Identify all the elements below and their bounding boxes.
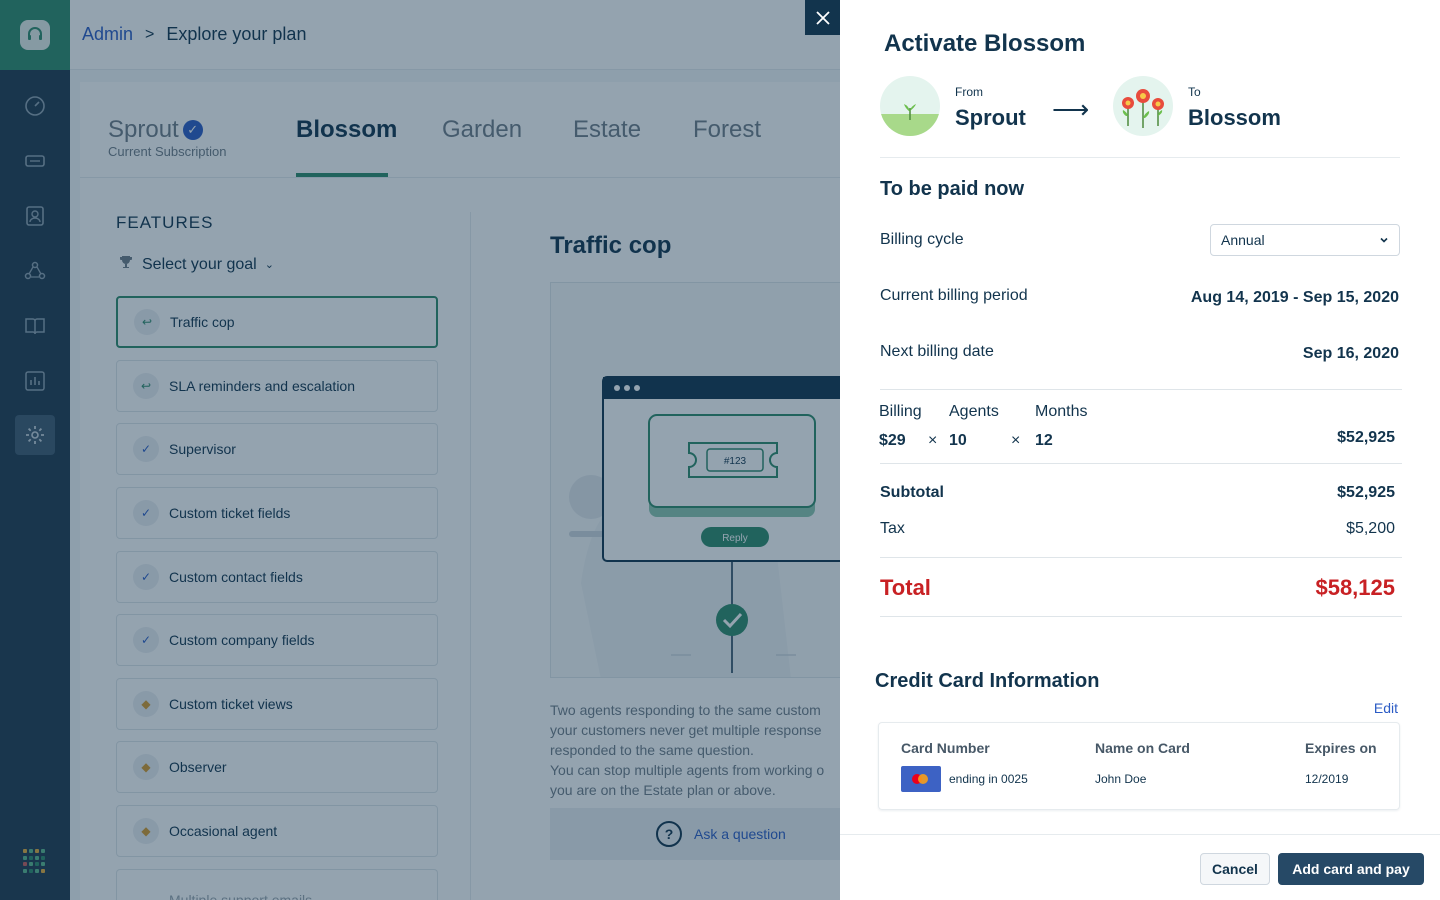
tax-label: Tax bbox=[880, 520, 905, 537]
expires-on-value: 12/2019 bbox=[1305, 772, 1349, 786]
blossom-plan-icon bbox=[1113, 76, 1173, 136]
subtotal-value: $52,925 bbox=[1337, 484, 1395, 501]
arrow-right-icon: ⟶ bbox=[1052, 94, 1090, 124]
calc-amount: $52,925 bbox=[1337, 429, 1395, 446]
next-billing-date-value: Sep 16, 2020 bbox=[1302, 345, 1399, 362]
divider bbox=[880, 616, 1402, 617]
sprout-plan-icon bbox=[880, 76, 940, 136]
tax-value: $5,200 bbox=[1346, 520, 1395, 537]
from-plan-name: Sprout bbox=[955, 105, 1026, 130]
from-label: From bbox=[955, 85, 983, 99]
current-billing-period-label: Current billing period bbox=[880, 287, 1028, 304]
name-on-card-header: Name on Card bbox=[1095, 740, 1190, 756]
to-label: To bbox=[1188, 85, 1201, 99]
divider bbox=[880, 463, 1402, 464]
subtotal-label: Subtotal bbox=[880, 484, 944, 501]
agents-count-value: 10 bbox=[949, 432, 967, 449]
card-number-value: ending in 0025 bbox=[949, 772, 1028, 786]
months-count-value: 12 bbox=[1035, 432, 1053, 449]
total-value: $58,125 bbox=[1315, 575, 1395, 600]
current-billing-period-value: Aug 14, 2019 - Sep 15, 2020 bbox=[1190, 289, 1399, 306]
card-number-header: Card Number bbox=[901, 740, 990, 756]
name-on-card-value: John Doe bbox=[1095, 772, 1147, 786]
billing-cycle-label: Billing cycle bbox=[880, 231, 964, 248]
total-label: Total bbox=[880, 575, 931, 600]
add-card-and-pay-button[interactable]: Add card and pay bbox=[1278, 853, 1424, 885]
credit-card-panel: Card Number Name on Card Expires on endi… bbox=[878, 722, 1400, 810]
billing-cycle-value: Annual bbox=[1221, 232, 1265, 248]
close-icon[interactable] bbox=[805, 0, 840, 35]
cancel-button[interactable]: Cancel bbox=[1200, 853, 1270, 885]
to-plan-name: Blossom bbox=[1188, 105, 1281, 130]
activate-plan-drawer: Activate Blossom From Sprout ⟶ To Blosso… bbox=[840, 0, 1440, 900]
to-be-paid-heading: To be paid now bbox=[880, 178, 1025, 200]
multiply-icon: × bbox=[928, 432, 938, 449]
billing-cycle-select[interactable]: Annual bbox=[1210, 224, 1400, 256]
next-billing-date-label: Next billing date bbox=[880, 343, 994, 360]
expires-on-header: Expires on bbox=[1305, 740, 1377, 756]
divider bbox=[880, 557, 1402, 558]
divider bbox=[880, 389, 1402, 390]
billing-header: Billing bbox=[879, 403, 922, 420]
credit-card-heading: Credit Card Information bbox=[875, 670, 1100, 692]
chevron-down-icon bbox=[1379, 232, 1389, 248]
plan-change-summary: From Sprout ⟶ To Blossom bbox=[880, 76, 1400, 158]
drawer-title: Activate Blossom bbox=[884, 30, 1086, 57]
drawer-footer: Cancel Add card and pay bbox=[840, 834, 1440, 900]
mastercard-icon bbox=[901, 766, 941, 792]
months-header: Months bbox=[1035, 403, 1088, 420]
agents-header: Agents bbox=[949, 403, 999, 420]
multiply-icon: × bbox=[1011, 432, 1021, 449]
edit-card-link[interactable]: Edit bbox=[1374, 700, 1398, 716]
billing-rate-value: $29 bbox=[879, 432, 906, 449]
